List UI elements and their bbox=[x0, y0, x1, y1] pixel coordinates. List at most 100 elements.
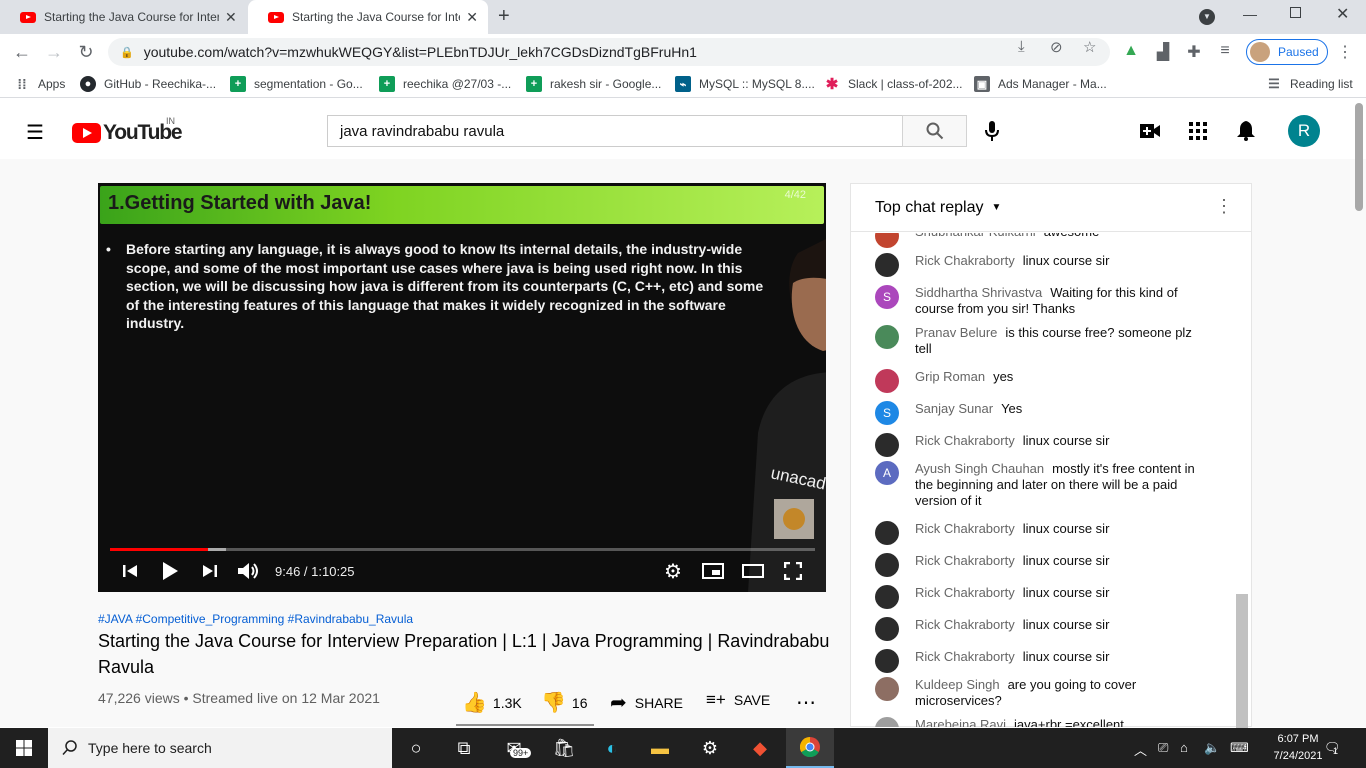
bookmark-mysql[interactable]: ⌁ MySQL :: MySQL 8.... bbox=[675, 76, 815, 92]
theater-mode-icon[interactable] bbox=[741, 559, 765, 583]
chat-message[interactable]: Marebeina Ravi java+rbr =excellent bbox=[875, 717, 1205, 727]
chat-message[interactable]: Rick Chakraborty linux course sir bbox=[875, 617, 1205, 641]
drive-extension-icon[interactable]: ▲ bbox=[1121, 42, 1141, 60]
account-avatar[interactable]: R bbox=[1288, 115, 1320, 147]
chat-author-name[interactable]: Ayush Singh Chauhan bbox=[915, 461, 1044, 476]
reload-icon[interactable]: ↻ bbox=[70, 34, 102, 70]
chat-message[interactable]: Rick Chakraborty linux course sir bbox=[875, 253, 1205, 277]
task-view-icon[interactable]: ⧉ bbox=[440, 728, 488, 768]
chat-message[interactable]: Shubhankar Kulkarni awesome bbox=[875, 233, 1205, 248]
chat-scrollbar[interactable] bbox=[1236, 594, 1248, 728]
chat-author-name[interactable]: Grip Roman bbox=[915, 369, 985, 384]
cortana-circle-icon[interactable]: ○ bbox=[392, 728, 440, 768]
chat-author-name[interactable]: Rick Chakraborty bbox=[915, 521, 1015, 536]
fullscreen-icon[interactable] bbox=[781, 559, 805, 583]
youtube-logo[interactable]: YouTube IN bbox=[72, 116, 183, 145]
tab-search-icon[interactable]: ▼ bbox=[1199, 9, 1215, 25]
install-icon[interactable]: ⤓ bbox=[1018, 38, 1025, 55]
network-icon[interactable]: ⌂ bbox=[1180, 740, 1188, 755]
show-hidden-icons-icon[interactable]: ︿ bbox=[1134, 740, 1147, 759]
play-icon[interactable] bbox=[158, 559, 182, 583]
share-button[interactable]: ➦ SHARE bbox=[610, 690, 683, 715]
chat-author-name[interactable]: Rick Chakraborty bbox=[915, 553, 1015, 568]
reading-list-button[interactable]: ☰ Reading list bbox=[1266, 76, 1353, 92]
chat-message[interactable]: Pranav Belure is this course free? someon… bbox=[875, 325, 1205, 357]
youtube-search-input[interactable]: java ravindrababu ravula bbox=[327, 115, 903, 147]
bookmark-reechika[interactable]: + reechika @27/03 -... bbox=[379, 76, 511, 92]
meet-now-icon[interactable]: ⎚ bbox=[1158, 740, 1168, 756]
speaker-icon[interactable]: 🔈 bbox=[1204, 740, 1220, 756]
chat-author-name[interactable]: Rick Chakraborty bbox=[915, 253, 1015, 268]
git-icon[interactable]: ◆ bbox=[736, 728, 784, 768]
hide-eye-icon[interactable]: ⊘ bbox=[1050, 38, 1063, 56]
page-scrollbar[interactable] bbox=[1355, 103, 1363, 211]
chat-author-name[interactable]: Pranav Belure bbox=[915, 325, 997, 340]
browser-tab[interactable]: Starting the Java Course for Inter ✕ bbox=[0, 0, 248, 34]
address-bar[interactable]: 🔒 youtube.com/watch?v=mzwhukWEQGY&list=P… bbox=[108, 38, 1110, 66]
edge-icon[interactable]: ◐ bbox=[588, 728, 636, 768]
chat-author-name[interactable]: Shubhankar Kulkarni bbox=[915, 233, 1036, 239]
chat-author-name[interactable]: Siddhartha Shrivastva bbox=[915, 285, 1042, 300]
video-player[interactable]: 1.Getting Started with Java! 4/42 Before… bbox=[98, 183, 826, 592]
chat-message[interactable]: Kuldeep Singh are you going to cover micr… bbox=[875, 677, 1205, 709]
chat-message[interactable]: Grip Roman yes bbox=[875, 369, 1205, 393]
new-tab-plus-icon[interactable]: + bbox=[498, 5, 510, 28]
windows-start-icon[interactable] bbox=[0, 728, 48, 768]
bookmark-rakesh[interactable]: + rakesh sir - Google... bbox=[526, 76, 661, 92]
notifications-bell-icon[interactable] bbox=[1234, 119, 1258, 143]
bookmark-segmentation[interactable]: + segmentation - Go... bbox=[230, 76, 363, 92]
chat-message[interactable]: A Ayush Singh Chauhan mostly it's free con… bbox=[875, 461, 1205, 509]
dropdown-caret-icon[interactable]: ▼ bbox=[992, 202, 1002, 213]
chrome-icon[interactable] bbox=[786, 728, 834, 768]
chat-message[interactable]: Rick Chakraborty linux course sir bbox=[875, 585, 1205, 609]
next-icon[interactable] bbox=[198, 559, 222, 583]
bookmark-apps[interactable]: ⁞⁞ Apps bbox=[14, 76, 65, 92]
apps-grid-icon[interactable] bbox=[1186, 119, 1210, 143]
analytics-extension-icon[interactable]: ▟ bbox=[1153, 42, 1173, 62]
chat-mode-dropdown[interactable]: Top chat replay bbox=[875, 199, 984, 217]
extensions-puzzle-icon[interactable]: ✚ bbox=[1184, 42, 1204, 62]
chat-author-name[interactable]: Kuldeep Singh bbox=[915, 677, 1000, 692]
chat-message[interactable]: S Sanjay Sunar Yes bbox=[875, 401, 1205, 425]
taskbar-clock[interactable]: 6:07 PM 7/24/2021 bbox=[1270, 731, 1326, 765]
chat-author-name[interactable]: Rick Chakraborty bbox=[915, 649, 1015, 664]
file-explorer-icon[interactable]: ▬ bbox=[636, 728, 684, 768]
more-actions-icon[interactable]: ⋯ bbox=[796, 690, 816, 715]
bookmark-slack[interactable]: ✱ Slack | class-of-202... bbox=[824, 76, 963, 93]
settings-gear-icon[interactable]: ⚙ bbox=[686, 728, 734, 768]
chat-author-name[interactable]: Rick Chakraborty bbox=[915, 585, 1015, 600]
video-hashtags[interactable]: #JAVA #Competitive_Programming #Ravindra… bbox=[98, 612, 413, 626]
browser-tab-active[interactable]: Starting the Java Course for Inter ✕ bbox=[248, 0, 488, 34]
action-center-icon[interactable]: 🗨 1 bbox=[1324, 740, 1341, 756]
miniplayer-icon[interactable] bbox=[701, 559, 725, 583]
store-icon[interactable]: 🛍 bbox=[540, 728, 588, 768]
channel-watermark-logo-icon[interactable] bbox=[774, 499, 814, 539]
forward-arrow-icon[interactable]: → bbox=[38, 34, 70, 70]
close-tab-icon[interactable]: ✕ bbox=[225, 9, 237, 26]
back-arrow-icon[interactable]: ← bbox=[6, 34, 38, 70]
restore-icon[interactable] bbox=[1290, 7, 1301, 18]
bookmark-github[interactable]: ● GitHub - Reechika-... bbox=[80, 76, 216, 92]
profile-paused-button[interactable]: Paused bbox=[1246, 39, 1328, 65]
chat-author-name[interactable]: Rick Chakraborty bbox=[915, 433, 1015, 448]
settings-gear-icon[interactable]: ⚙ bbox=[661, 559, 685, 583]
microphone-icon[interactable] bbox=[980, 119, 1004, 143]
save-button[interactable]: ≡+ SAVE bbox=[706, 690, 770, 710]
close-tab-icon[interactable]: ✕ bbox=[466, 9, 478, 26]
bookmark-ads-manager[interactable]: ▣ Ads Manager - Ma... bbox=[974, 76, 1107, 92]
create-video-icon[interactable] bbox=[1138, 119, 1162, 143]
dislike-button[interactable]: 👎 16 bbox=[541, 690, 587, 715]
close-window-icon[interactable]: ✕ bbox=[1336, 4, 1349, 24]
chat-author-name[interactable]: Rick Chakraborty bbox=[915, 617, 1015, 632]
hamburger-menu-icon[interactable]: ☰ bbox=[26, 120, 44, 145]
search-button[interactable] bbox=[902, 115, 967, 147]
chat-more-options-icon[interactable]: ⋮ bbox=[1215, 196, 1233, 217]
taskbar-search-box[interactable]: Type here to search bbox=[48, 728, 392, 768]
progress-bar[interactable] bbox=[110, 548, 815, 551]
previous-icon[interactable] bbox=[118, 559, 142, 583]
bookmark-star-icon[interactable]: ☆ bbox=[1083, 38, 1096, 56]
media-queue-icon[interactable]: ≡ bbox=[1215, 42, 1235, 60]
chat-author-name[interactable]: Sanjay Sunar bbox=[915, 401, 993, 416]
minimize-icon[interactable]: — bbox=[1243, 6, 1257, 22]
input-indicator-icon[interactable]: ⌨ bbox=[1230, 740, 1249, 756]
